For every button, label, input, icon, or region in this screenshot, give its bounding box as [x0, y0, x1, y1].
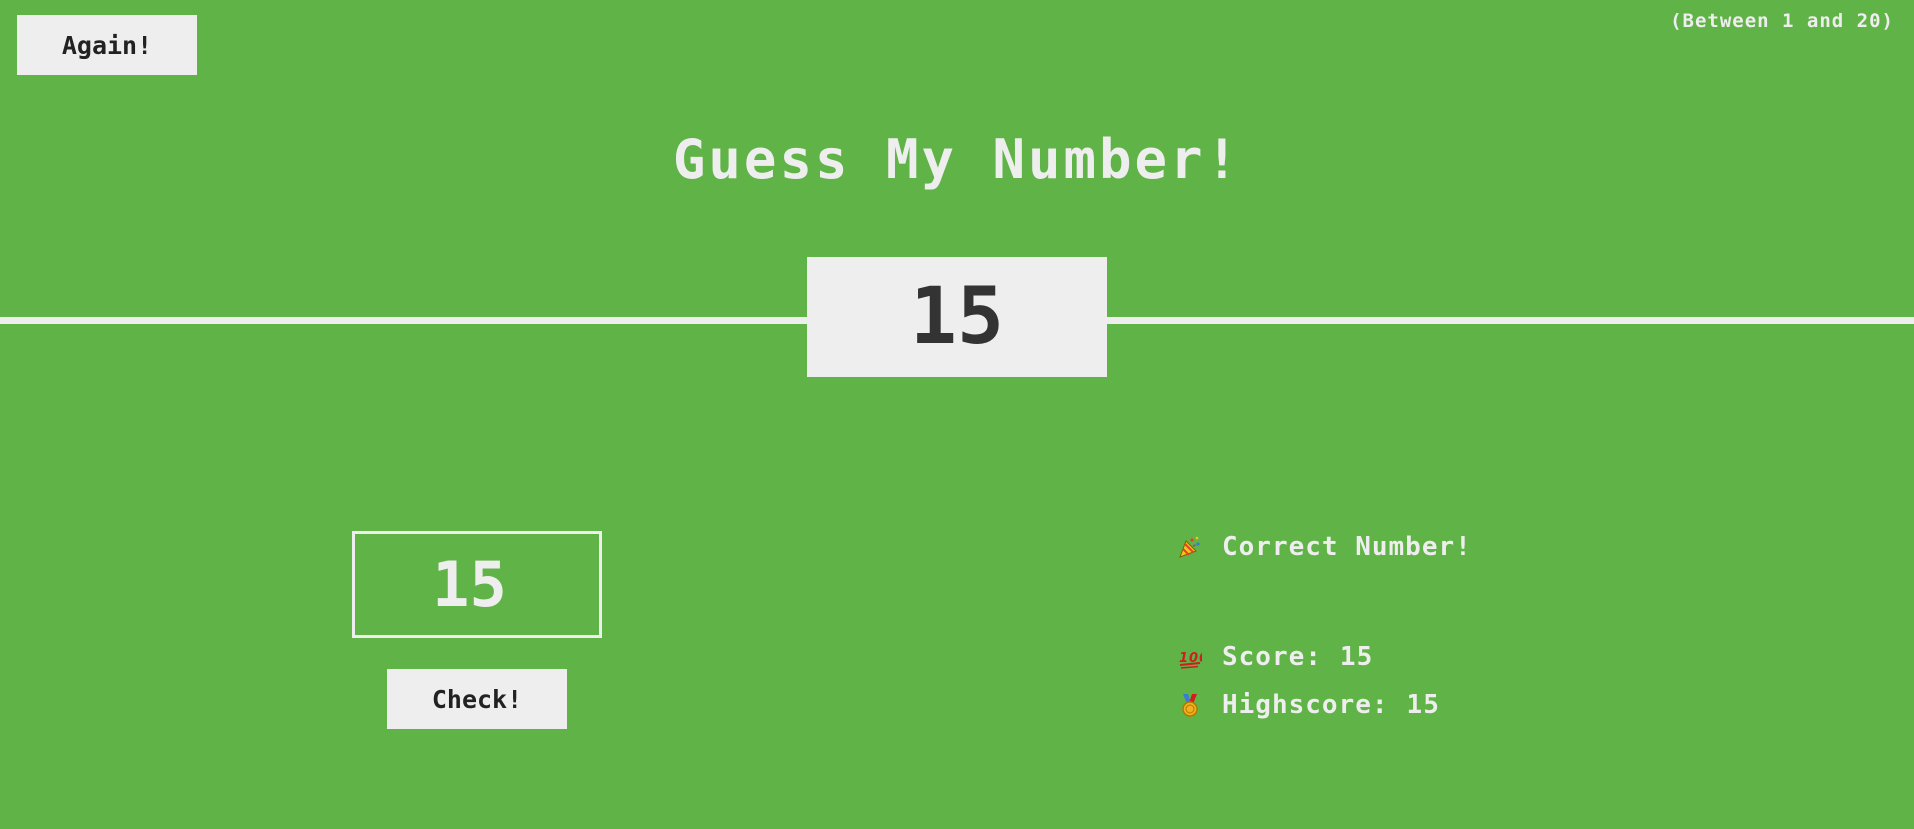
message-text: Correct Number!	[1222, 532, 1472, 562]
message-row: Correct Number!	[1178, 532, 1472, 562]
medal-icon	[1178, 693, 1202, 717]
range-note: (Between 1 and 20)	[1670, 10, 1894, 32]
check-button[interactable]: Check!	[387, 669, 567, 729]
highscore-value: 15	[1406, 690, 1440, 720]
party-popper-icon	[1178, 535, 1202, 559]
score-value: 15	[1339, 642, 1374, 672]
guess-input[interactable]	[352, 531, 602, 638]
secret-number-display: 15	[807, 257, 1107, 377]
score-row: 100 Score: 15	[1178, 642, 1373, 672]
highscore-label: Highscore:	[1222, 690, 1389, 720]
highscore-row: Highscore: 15	[1178, 690, 1440, 720]
page-title: Guess My Number!	[672, 128, 1242, 191]
score-label: Score:	[1222, 642, 1322, 672]
hundred-points-icon: 100	[1178, 645, 1202, 669]
again-button[interactable]: Again!	[17, 15, 197, 75]
